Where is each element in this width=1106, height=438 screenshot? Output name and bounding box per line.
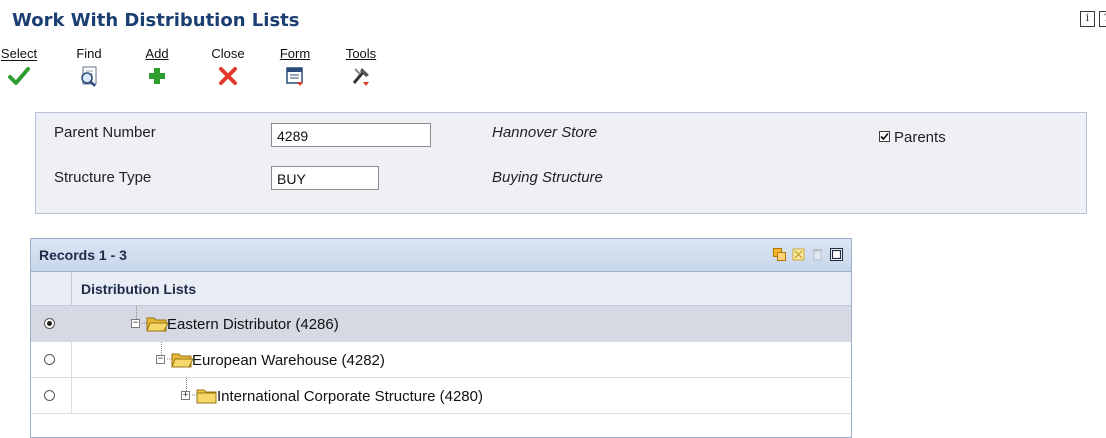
node-label[interactable]: International Corporate Structure (4280) (217, 388, 483, 405)
maximize-icon[interactable] (830, 248, 843, 261)
row-radio[interactable] (44, 354, 55, 365)
parents-label: Parents (894, 129, 946, 146)
tools-icon (352, 68, 369, 86)
node-label[interactable]: European Warehouse (4282) (192, 352, 385, 369)
row-select-cell (31, 342, 72, 378)
node-label[interactable]: Eastern Distributor (4286) (167, 316, 339, 333)
checkmark-icon (880, 132, 889, 141)
delete-icon[interactable] (811, 248, 824, 261)
find-label: Find (76, 46, 102, 61)
collapse-icon[interactable]: − (131, 319, 140, 328)
find-button[interactable]: Find (64, 46, 114, 87)
form-menu-button[interactable]: Form (270, 46, 320, 87)
close-button[interactable]: Close (203, 46, 253, 87)
form-icon (286, 67, 303, 86)
parents-checkbox[interactable] (879, 131, 890, 142)
grid-toolbar (773, 248, 843, 261)
form-label: Form (279, 46, 311, 61)
header-icons: i ? (1080, 11, 1106, 27)
copy-icon[interactable] (773, 248, 786, 261)
grid-header: Records 1 - 3 (31, 239, 851, 272)
close-label: Close (211, 46, 245, 61)
structure-type-description: Buying Structure (492, 169, 603, 186)
page-title: Work With Distribution Lists (12, 10, 300, 31)
parent-number-field[interactable]: 4289 (271, 123, 431, 147)
open-folder-icon (142, 317, 168, 332)
add-label: Add (145, 46, 169, 61)
checkmark-icon (8, 67, 30, 85)
tools-label: Tools (345, 46, 377, 61)
column-header-row: Distribution Lists (31, 272, 851, 306)
select-column-header (31, 272, 72, 305)
close-icon (219, 67, 237, 85)
row-select-cell (31, 306, 72, 342)
plus-icon (149, 68, 165, 84)
folder-icon (192, 389, 217, 404)
table-row[interactable]: − European Warehouse (4282) (31, 342, 851, 378)
records-grid: Records 1 - 3 Distribution Lists − Easte… (30, 238, 852, 438)
select-button[interactable]: Select (0, 46, 44, 87)
parent-number-label: Parent Number (54, 124, 156, 141)
table-row[interactable]: + International Corporate Structure (428… (31, 378, 851, 414)
structure-type-field[interactable]: BUY (271, 166, 379, 190)
expand-icon[interactable]: + (181, 391, 190, 400)
table-row[interactable]: − Eastern Distributor (4286) (31, 306, 851, 342)
help-icon[interactable]: ? (1099, 11, 1106, 27)
records-count: Records 1 - 3 (39, 247, 127, 263)
export-icon[interactable] (792, 248, 805, 261)
tools-menu-button[interactable]: Tools (336, 46, 386, 87)
collapse-icon[interactable]: − (156, 355, 165, 364)
add-button[interactable]: Add (132, 46, 182, 87)
select-label: Select (0, 46, 38, 61)
toolbar: Select Find Add Close Form Tools (0, 46, 440, 102)
row-radio[interactable] (44, 390, 55, 401)
open-folder-icon (167, 353, 193, 368)
row-radio[interactable] (44, 318, 55, 329)
parent-number-description: Hannover Store (492, 124, 598, 141)
query-panel: Parent Number 4289 Hannover Store Parent… (35, 112, 1087, 214)
structure-type-label: Structure Type (54, 169, 152, 186)
distribution-lists-header[interactable]: Distribution Lists (81, 281, 196, 297)
row-select-cell (31, 378, 72, 414)
info-icon[interactable]: i (1080, 11, 1095, 27)
find-icon (81, 66, 97, 87)
